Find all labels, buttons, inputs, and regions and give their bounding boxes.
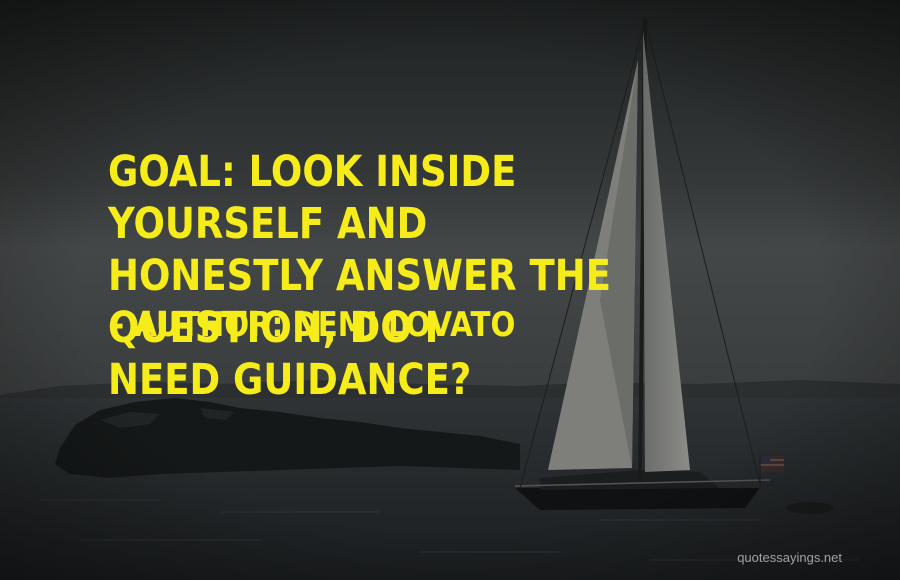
watermark: quotessayings.net: [737, 550, 842, 565]
quote-image: Goal: Look inside yourself and honestly …: [0, 0, 900, 580]
quote-author: - Author: Demi Lovato: [112, 305, 516, 345]
quote-text: Goal: Look inside yourself and honestly …: [108, 147, 611, 405]
